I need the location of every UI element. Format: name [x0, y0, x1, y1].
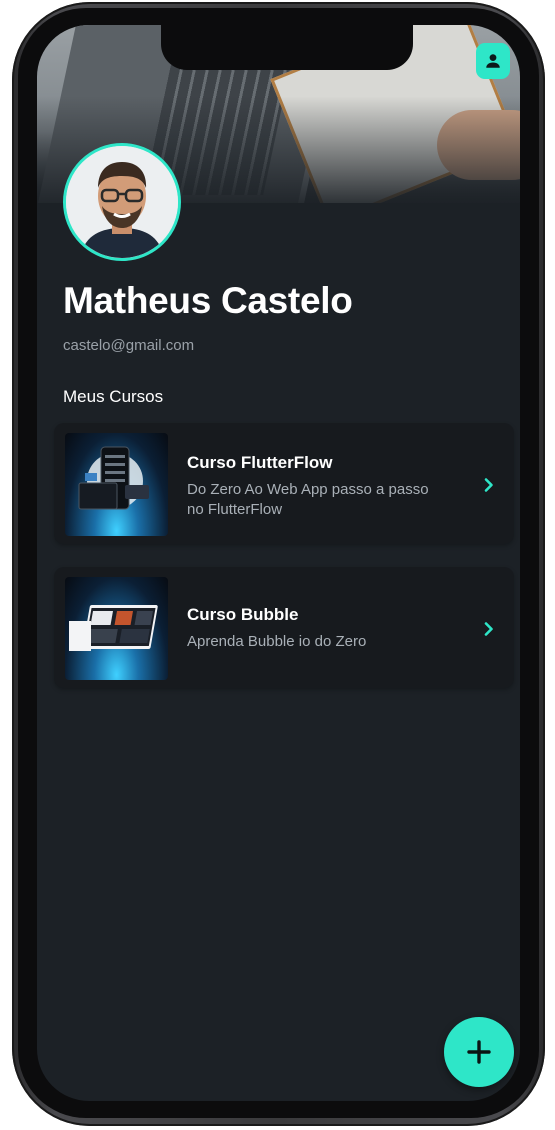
add-course-button[interactable]: [444, 1017, 514, 1087]
chevron-right-icon[interactable]: [481, 621, 497, 637]
course-title: Curso FlutterFlow: [187, 453, 333, 472]
course-thumbnail: [65, 577, 168, 680]
profile-name: Matheus Castelo: [63, 280, 353, 321]
avatar[interactable]: [63, 143, 181, 261]
course-thumbnail-graphic: [69, 605, 158, 651]
section-title: Meus Cursos: [63, 387, 164, 406]
course-card-flutterflow[interactable]: Curso FlutterFlow Do Zero Ao Web App pas…: [54, 423, 514, 544]
course-thumbnail: [65, 433, 168, 536]
course-title: Curso Bubble: [187, 605, 299, 624]
app-screen: Matheus Castelo castelo@gmail.com Meus C…: [37, 25, 520, 1101]
course-thumbnail-graphic: [78, 446, 149, 510]
profile-button[interactable]: [476, 43, 510, 79]
avatar-photo: [66, 146, 178, 258]
course-subtitle: Aprenda Bubble io do Zero: [187, 633, 367, 650]
course-card-bubble[interactable]: Curso Bubble Aprenda Bubble io do Zero: [54, 567, 514, 688]
plus-icon: [467, 1040, 491, 1064]
chevron-right-icon[interactable]: [481, 477, 497, 493]
camera-notch: [161, 25, 413, 70]
person-icon: [486, 54, 500, 68]
course-subtitle: Do Zero Ao Web App passo a passo no Flut…: [187, 481, 429, 518]
profile-email: castelo@gmail.com: [63, 337, 195, 354]
